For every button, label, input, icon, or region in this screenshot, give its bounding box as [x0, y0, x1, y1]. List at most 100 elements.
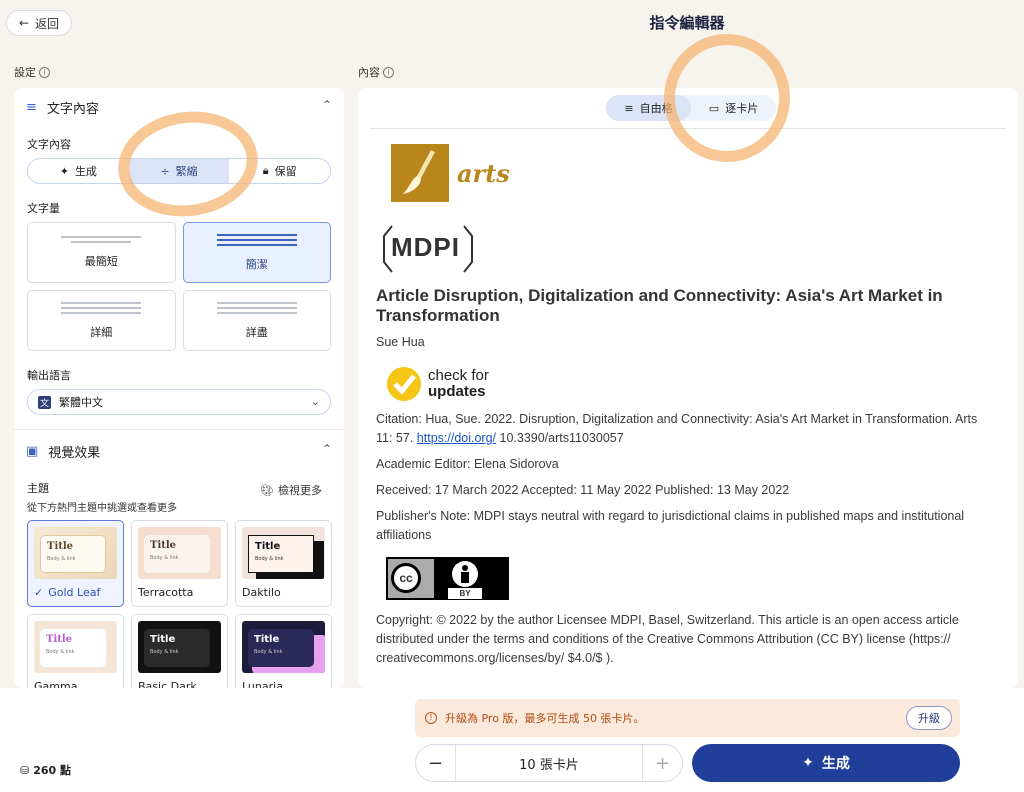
decrement-button[interactable]: − — [416, 745, 456, 781]
theme-card-terracotta[interactable]: Title Body & link Terracotta — [131, 520, 228, 607]
theme-card-daktilo[interactable]: Title Body & link Daktilo — [235, 520, 332, 607]
theme-header: 主題 從下方熱門主題中挑選或查看更多 🎨︎ 檢視更多 — [14, 480, 344, 514]
preview-body: Body & link — [254, 649, 283, 655]
theme-name: Daktilo — [242, 586, 281, 599]
generate-label: 生成 — [821, 756, 850, 772]
citation: Citation: Hua, Sue. 2022. Disruption, Di… — [376, 410, 986, 448]
doi-suffix: 10.3390/arts11030057 — [499, 431, 624, 445]
check-updates-line2: updates — [428, 383, 486, 400]
check-updates-badge[interactable]: check for updates — [386, 366, 986, 402]
journal-name: arts — [457, 158, 510, 188]
preview-body: Body & link — [150, 555, 179, 561]
document-preview: arts MDPI Article Disruption, Digitaliza… — [376, 144, 986, 668]
preview-body: Body & link — [46, 649, 75, 655]
amount-label: 詳盡 — [245, 325, 268, 339]
view-more-label: 檢視更多 — [278, 484, 322, 497]
cc-by-badge: cc BY — [386, 557, 509, 600]
publisher-note: Publisher's Note: MDPI stays neutral wit… — [376, 509, 965, 542]
theme-card-basic-dark[interactable]: Title Body & link Basic Dark — [131, 614, 228, 688]
view-more-button[interactable]: 🎨︎ 檢視更多 — [260, 482, 322, 498]
back-label: 返回 — [35, 16, 60, 31]
check-updates-line1: check for — [428, 367, 489, 384]
info-icon[interactable]: i — [383, 66, 394, 78]
theme-name: Gamma — [34, 680, 78, 688]
text-amount-grid: 最簡短 簡潔 詳細 詳盡 — [14, 222, 344, 351]
language-select[interactable]: 文 繁體中文 ⌄ — [27, 389, 331, 415]
check-updates-icon — [387, 367, 421, 401]
article-title: Article Disruption, Digitalization and C… — [376, 286, 943, 325]
output-language-label: 輸出語言 — [27, 369, 71, 382]
theme-card-lunaria[interactable]: Title Body & link Lunaria — [235, 614, 332, 688]
visual-section-header[interactable]: ▣ 視覺效果 ⌃ — [14, 432, 344, 470]
chevron-up-icon[interactable]: ⌃ — [322, 442, 332, 456]
preview-title: Title — [46, 634, 73, 645]
card-count-value[interactable]: 10 張卡片 — [456, 754, 642, 773]
upgrade-banner: ! 升級為 Pro 版，最多可生成 50 張卡片。 升級 — [415, 699, 960, 737]
attribution-icon — [452, 561, 478, 587]
settings-label: 設定 i — [14, 64, 50, 80]
academic-editor: Academic Editor: Elena Sidorova — [376, 457, 559, 471]
theme-name-label: Gold Leaf — [48, 586, 101, 599]
palette-icon: 🎨︎ — [260, 483, 274, 497]
preview-title: Title — [150, 540, 177, 551]
chevron-up-icon[interactable]: ⌃ — [322, 98, 332, 112]
content-panel: ≡ 自由格 ▭ 逐卡片 arts MDPI Article Disruption… — [358, 88, 1018, 688]
image-icon: ▣ — [26, 443, 39, 459]
settings-label-text: 設定 — [14, 66, 36, 79]
generate-button[interactable]: ✦ 生成 — [692, 744, 960, 782]
content-label: 內容 i — [358, 64, 394, 80]
visual-section-title: 視覺效果 — [48, 445, 101, 461]
theme-grid: Title Body & link ✓ Gold Leaf Title Body &… — [14, 520, 344, 688]
coins-icon: ⛁ — [20, 763, 30, 777]
lines-icon — [216, 233, 297, 246]
back-button[interactable]: ← 返回 — [6, 10, 72, 36]
lock-icon: 🔒︎ — [262, 164, 269, 177]
language-icon: 文 — [38, 395, 52, 409]
amount-detailed[interactable]: 詳細 — [27, 290, 176, 351]
chevron-down-icon: ⌄ — [310, 395, 320, 408]
arts-journal-logo: arts — [391, 144, 986, 202]
preview-body: Body & link — [150, 649, 179, 655]
checkmark-icon: ✓ — [34, 586, 44, 599]
text-section-title: 文字內容 — [46, 101, 99, 117]
preview-title: Title — [150, 634, 176, 645]
preview-title: Title — [47, 541, 74, 552]
theme-preview: Title Body & link — [242, 527, 325, 579]
theme-hint: 從下方熱門主題中挑選或查看更多 — [27, 503, 177, 514]
points-value: 260 點 — [33, 764, 72, 777]
mode-generate-label: 生成 — [74, 165, 97, 178]
theme-card-gamma[interactable]: Title Body & link Gamma — [27, 614, 124, 688]
publication-dates: Received: 17 March 2022 Accepted: 11 May… — [376, 483, 790, 497]
cc-by-text: BY — [448, 588, 482, 599]
mdpi-logo: MDPI — [382, 218, 474, 278]
upgrade-button[interactable]: 升級 — [906, 706, 952, 730]
copyright-notice: Copyright: © 2022 by the author Licensee… — [376, 613, 959, 665]
section-divider — [14, 429, 344, 430]
preview-title: Title — [254, 634, 280, 645]
theme-preview: Title Body & link — [34, 527, 117, 579]
amount-label: 詳細 — [90, 325, 113, 339]
amount-label: 最簡短 — [84, 255, 118, 268]
lines-icon — [61, 301, 142, 314]
alert-icon: ! — [425, 712, 437, 724]
amount-label: 簡潔 — [245, 257, 268, 271]
card-count-stepper: − 10 張卡片 + — [415, 744, 683, 782]
preview-title: Title — [255, 541, 281, 552]
amount-shortest[interactable]: 最簡短 — [27, 222, 176, 283]
preview-body: Body & link — [47, 556, 76, 562]
theme-preview: Title Body & link — [138, 527, 221, 579]
info-icon[interactable]: i — [39, 66, 50, 78]
amount-extensive[interactable]: 詳盡 — [182, 290, 331, 351]
theme-preview: Title Body & link — [242, 621, 325, 673]
brush-icon — [391, 144, 449, 202]
theme-preview: Title Body & link — [138, 621, 221, 673]
amount-concise[interactable]: 簡潔 — [182, 222, 331, 283]
content-label-text: 內容 — [358, 66, 380, 79]
text-lines-icon: ≡ — [26, 99, 37, 115]
preview-body: Body & link — [255, 556, 284, 562]
mode-generate[interactable]: ✦ 生成 — [28, 159, 129, 183]
theme-card-gold-leaf[interactable]: Title Body & link ✓ Gold Leaf — [27, 520, 124, 607]
increment-button[interactable]: + — [642, 745, 682, 781]
mode-preserve-label: 保留 — [274, 165, 297, 178]
doi-link[interactable]: https://doi.org/ — [417, 431, 496, 445]
